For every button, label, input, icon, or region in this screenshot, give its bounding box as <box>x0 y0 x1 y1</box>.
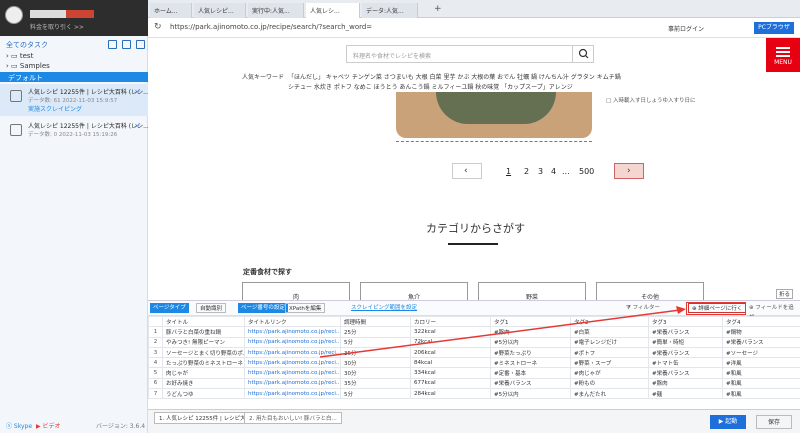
bottom-tab-2[interactable]: 2. 用た目もおいしい! 豚バラと白... <box>244 412 342 424</box>
start-label: 起動 <box>725 418 738 425</box>
bottom-tab-1[interactable]: 1. 人気レシピ 12255件 | レシピ大... <box>154 412 256 424</box>
annotation-arrow <box>319 306 686 358</box>
bottom-bar: 1. 人気レシピ 12255件 | レシピ大... 2. 用た目もおいしい! 豚… <box>148 409 800 433</box>
start-button[interactable]: ▶ 起動 <box>710 415 746 429</box>
save-button[interactable]: 保存 <box>756 415 792 429</box>
